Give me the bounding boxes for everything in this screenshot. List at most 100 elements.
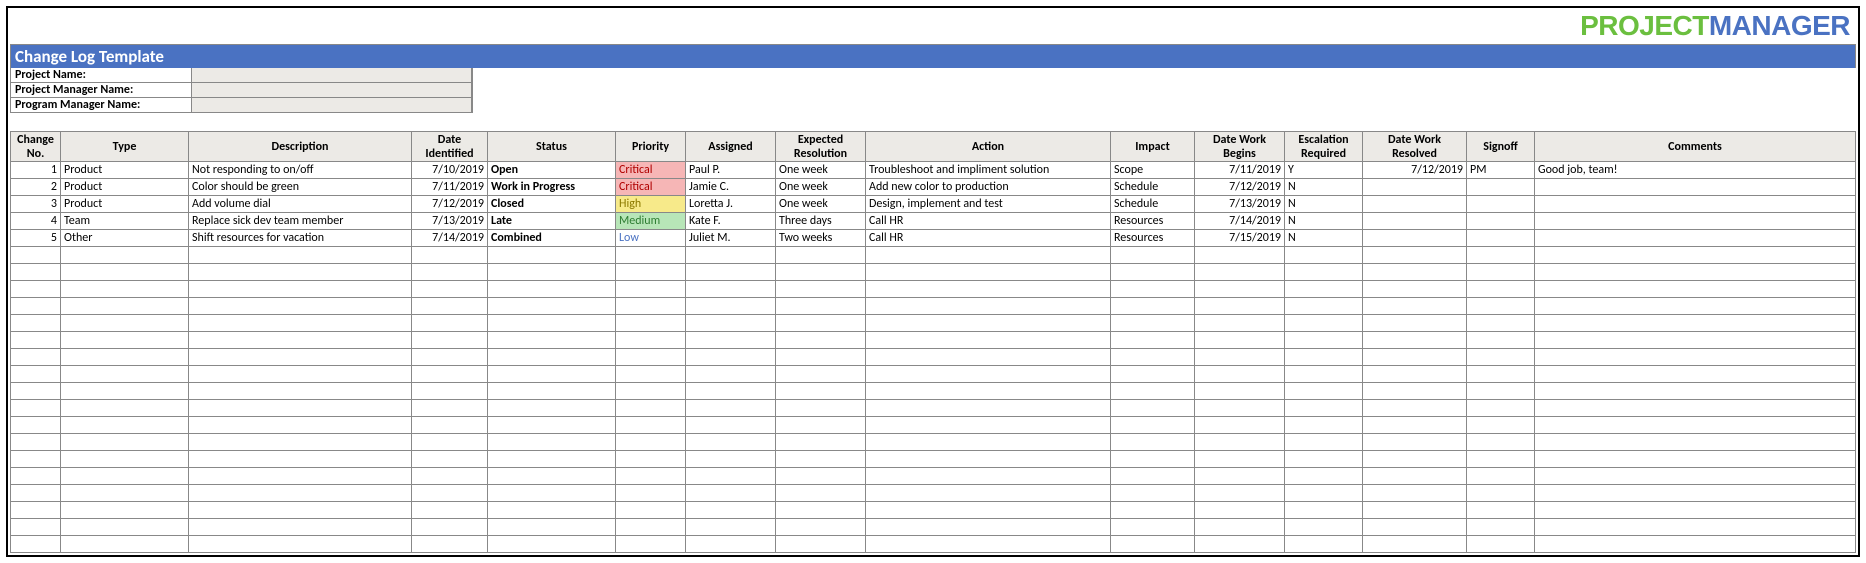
empty-cell[interactable] xyxy=(1285,519,1363,536)
empty-cell[interactable] xyxy=(776,383,866,400)
empty-cell[interactable] xyxy=(61,315,189,332)
empty-cell[interactable] xyxy=(1111,264,1195,281)
work-begins-cell[interactable]: 7/15/2019 xyxy=(1195,230,1285,247)
empty-cell[interactable] xyxy=(776,298,866,315)
impact-cell[interactable]: Resources xyxy=(1111,230,1195,247)
empty-cell[interactable] xyxy=(1363,281,1467,298)
empty-cell[interactable] xyxy=(686,451,776,468)
empty-cell[interactable] xyxy=(616,485,686,502)
empty-cell[interactable] xyxy=(1195,434,1285,451)
empty-cell[interactable] xyxy=(1195,536,1285,553)
empty-cell[interactable] xyxy=(1111,400,1195,417)
empty-cell[interactable] xyxy=(1363,315,1467,332)
empty-cell[interactable] xyxy=(1535,468,1856,485)
empty-cell[interactable] xyxy=(616,519,686,536)
empty-cell[interactable] xyxy=(1285,485,1363,502)
action-cell[interactable]: Add new color to production xyxy=(866,179,1111,196)
empty-cell[interactable] xyxy=(1195,417,1285,434)
empty-cell[interactable] xyxy=(866,264,1111,281)
empty-cell[interactable] xyxy=(189,298,412,315)
type-cell[interactable]: Product xyxy=(61,179,189,196)
empty-cell[interactable] xyxy=(189,502,412,519)
empty-cell[interactable] xyxy=(412,536,488,553)
empty-cell[interactable] xyxy=(866,349,1111,366)
assigned-cell[interactable]: Jamie C. xyxy=(686,179,776,196)
empty-cell[interactable] xyxy=(616,315,686,332)
type-cell[interactable]: Product xyxy=(61,162,189,179)
priority-cell[interactable]: Medium xyxy=(616,213,686,230)
action-cell[interactable]: Troubleshoot and impliment solution xyxy=(866,162,1111,179)
empty-cell[interactable] xyxy=(866,434,1111,451)
empty-cell[interactable] xyxy=(1195,349,1285,366)
empty-cell[interactable] xyxy=(488,315,616,332)
empty-cell[interactable] xyxy=(412,247,488,264)
empty-cell[interactable] xyxy=(1111,502,1195,519)
empty-cell[interactable] xyxy=(1363,349,1467,366)
description-cell[interactable]: Color should be green xyxy=(189,179,412,196)
empty-cell[interactable] xyxy=(488,468,616,485)
empty-cell[interactable] xyxy=(1535,417,1856,434)
empty-cell[interactable] xyxy=(1467,417,1535,434)
empty-cell[interactable] xyxy=(616,451,686,468)
empty-cell[interactable] xyxy=(776,468,866,485)
empty-cell[interactable] xyxy=(488,281,616,298)
status-cell[interactable]: Open xyxy=(488,162,616,179)
escalation-cell[interactable]: N xyxy=(1285,230,1363,247)
empty-cell[interactable] xyxy=(1363,264,1467,281)
empty-cell[interactable] xyxy=(488,519,616,536)
empty-cell[interactable] xyxy=(686,502,776,519)
empty-cell[interactable] xyxy=(1285,434,1363,451)
empty-cell[interactable] xyxy=(866,536,1111,553)
empty-cell[interactable] xyxy=(866,485,1111,502)
change-no-cell[interactable]: 1 xyxy=(11,162,61,179)
empty-cell[interactable] xyxy=(866,451,1111,468)
empty-cell[interactable] xyxy=(11,366,61,383)
change-no-cell[interactable]: 2 xyxy=(11,179,61,196)
empty-cell[interactable] xyxy=(11,502,61,519)
empty-cell[interactable] xyxy=(1535,451,1856,468)
empty-cell[interactable] xyxy=(866,366,1111,383)
status-cell[interactable]: Late xyxy=(488,213,616,230)
empty-cell[interactable] xyxy=(1285,315,1363,332)
status-cell[interactable]: Combined xyxy=(488,230,616,247)
expected-cell[interactable]: One week xyxy=(776,196,866,213)
empty-cell[interactable] xyxy=(1363,247,1467,264)
empty-cell[interactable] xyxy=(686,315,776,332)
empty-cell[interactable] xyxy=(189,332,412,349)
empty-cell[interactable] xyxy=(11,434,61,451)
empty-cell[interactable] xyxy=(616,434,686,451)
empty-cell[interactable] xyxy=(1363,468,1467,485)
empty-cell[interactable] xyxy=(61,332,189,349)
empty-cell[interactable] xyxy=(1195,485,1285,502)
empty-cell[interactable] xyxy=(1111,332,1195,349)
empty-cell[interactable] xyxy=(189,349,412,366)
type-cell[interactable]: Other xyxy=(61,230,189,247)
empty-cell[interactable] xyxy=(61,349,189,366)
empty-cell[interactable] xyxy=(616,298,686,315)
empty-cell[interactable] xyxy=(488,536,616,553)
empty-cell[interactable] xyxy=(686,536,776,553)
empty-cell[interactable] xyxy=(776,332,866,349)
empty-cell[interactable] xyxy=(866,281,1111,298)
empty-cell[interactable] xyxy=(1535,519,1856,536)
empty-cell[interactable] xyxy=(1363,298,1467,315)
empty-cell[interactable] xyxy=(616,468,686,485)
empty-cell[interactable] xyxy=(1363,383,1467,400)
description-cell[interactable]: Shift resources for vacation xyxy=(189,230,412,247)
empty-cell[interactable] xyxy=(1363,451,1467,468)
action-cell[interactable]: Call HR xyxy=(866,230,1111,247)
empty-cell[interactable] xyxy=(412,451,488,468)
empty-cell[interactable] xyxy=(1535,315,1856,332)
empty-cell[interactable] xyxy=(61,366,189,383)
empty-cell[interactable] xyxy=(1467,247,1535,264)
empty-cell[interactable] xyxy=(1535,349,1856,366)
priority-cell[interactable]: Critical xyxy=(616,179,686,196)
empty-cell[interactable] xyxy=(776,349,866,366)
empty-cell[interactable] xyxy=(1535,400,1856,417)
empty-cell[interactable] xyxy=(189,536,412,553)
empty-cell[interactable] xyxy=(412,417,488,434)
empty-cell[interactable] xyxy=(686,264,776,281)
empty-cell[interactable] xyxy=(488,417,616,434)
empty-cell[interactable] xyxy=(1195,383,1285,400)
empty-cell[interactable] xyxy=(1285,281,1363,298)
